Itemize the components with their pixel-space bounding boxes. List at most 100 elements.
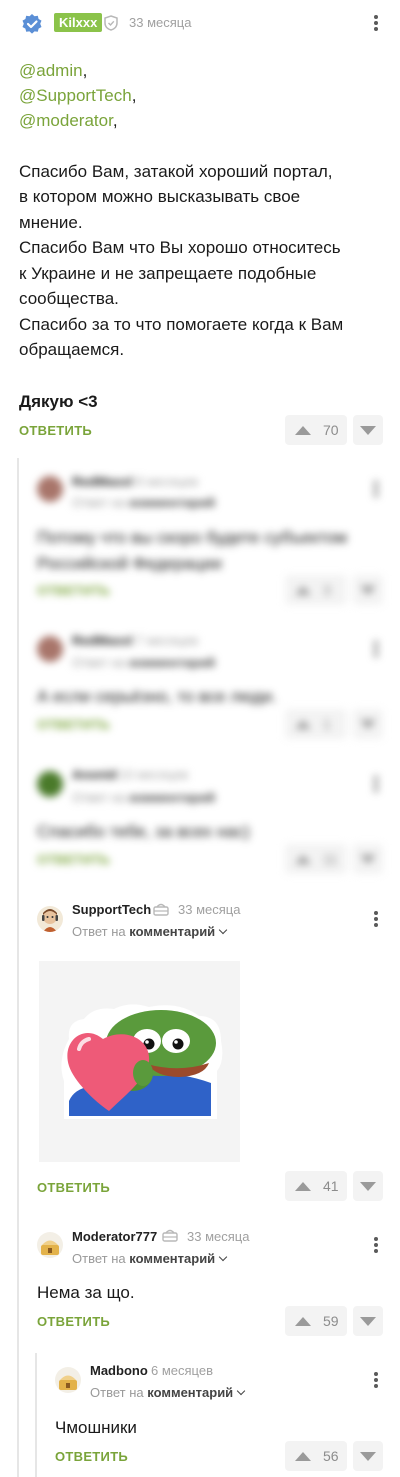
downvote-button[interactable] — [353, 1441, 383, 1471]
moderator-badge-icon — [153, 902, 169, 921]
reply-button[interactable]: ОТВЕТИТЬ — [55, 1449, 128, 1464]
upvote-button[interactable]: 41 — [285, 1171, 347, 1201]
vote-count: 1 — [323, 716, 331, 732]
downvote-button[interactable] — [353, 575, 383, 605]
comment-body-line: мнение. — [19, 213, 83, 232]
downvote-button[interactable] — [353, 844, 383, 874]
downvote-icon — [360, 1316, 376, 1326]
moderator-badge-icon — [162, 1228, 178, 1247]
upvote-button[interactable]: 1 — [285, 709, 347, 739]
vote-control: 11 — [285, 844, 383, 874]
chevron-down-icon — [236, 1386, 246, 1396]
chevron-down-icon — [218, 925, 228, 935]
upvote-icon — [295, 1316, 311, 1326]
author-name[interactable]: Madbono — [90, 1363, 148, 1378]
reply-to[interactable]: Ответ на комментарий — [72, 495, 215, 510]
vote-control: 41 — [285, 1171, 383, 1201]
upvote-button[interactable]: 70 — [285, 415, 347, 445]
downvote-icon — [360, 854, 376, 864]
author-name[interactable]: RedMaxxl — [72, 633, 133, 648]
sticker-image[interactable] — [39, 961, 240, 1162]
mention-supporttech[interactable]: @SupportTech, — [19, 83, 136, 109]
upvote-icon — [295, 719, 311, 729]
kebab-menu-icon[interactable] — [368, 774, 384, 794]
kebab-menu-icon[interactable] — [368, 1370, 384, 1390]
reply-to[interactable]: Ответ на комментарий — [90, 1385, 246, 1400]
reply-button[interactable]: ОТВЕТИТЬ — [37, 583, 110, 598]
kebab-menu-icon[interactable] — [368, 639, 384, 659]
downvote-button[interactable] — [353, 709, 383, 739]
kebab-menu-icon[interactable] — [368, 479, 384, 499]
comment-time: 33 месяца — [187, 1229, 250, 1244]
author-name[interactable]: Anonid — [72, 767, 117, 782]
comment-time: 6 месяцев — [151, 1363, 213, 1378]
reply-button[interactable]: ОТВЕТИТЬ — [37, 852, 110, 867]
downvote-icon — [360, 719, 376, 729]
avatar[interactable] — [37, 636, 63, 662]
reply-to[interactable]: Ответ на комментарий — [72, 790, 215, 805]
comment-body-line: к Украине и не запрещаете подобные — [19, 264, 317, 283]
comment-time: 8 месяцев — [136, 474, 198, 489]
comment-body-line: Спасибо Вам, затакой хороший портал, — [19, 162, 333, 181]
vote-count: 70 — [323, 422, 339, 438]
reply-to[interactable]: Ответ на комментарий — [72, 924, 228, 939]
avatar[interactable] — [55, 1367, 81, 1393]
reply-to[interactable]: Ответ на комментарий — [72, 655, 215, 670]
mention-admin[interactable]: @admin, — [19, 58, 87, 84]
downvote-icon — [360, 585, 376, 595]
downvote-icon — [360, 1181, 376, 1191]
thread-line — [35, 1353, 37, 1477]
mention-moderator[interactable]: @moderator, — [19, 108, 118, 134]
upvote-icon — [295, 854, 311, 864]
downvote-button[interactable] — [353, 1306, 383, 1336]
comment-body-line: в котором можно высказывать свое — [19, 187, 301, 206]
author-name[interactable]: RedMaxxl — [72, 474, 133, 489]
vote-control: 56 — [285, 1441, 383, 1471]
upvote-icon — [295, 425, 311, 435]
vote-control: 1 — [285, 709, 383, 739]
downvote-button[interactable] — [353, 415, 383, 445]
kebab-menu-icon[interactable] — [368, 909, 384, 929]
avatar[interactable] — [37, 906, 63, 932]
reply-button[interactable]: ОТВЕТИТЬ — [37, 1314, 110, 1329]
comment-body: Нема за що. — [37, 1283, 135, 1302]
comment-time: 7 месяцев — [136, 633, 198, 648]
reply-to[interactable]: Ответ на комментарий — [72, 1251, 228, 1266]
comment-body: А если серьёзно, то все люди. — [37, 687, 277, 706]
upvote-button[interactable]: 59 — [285, 1306, 347, 1336]
comment-body: Чмошники — [55, 1418, 137, 1437]
downvote-button[interactable] — [353, 1171, 383, 1201]
thread-line — [17, 458, 19, 1477]
vote-control: 3 — [285, 575, 383, 605]
verified-badge-icon[interactable] — [21, 13, 43, 35]
vote-control: 70 — [285, 415, 383, 445]
author-name[interactable]: Moderator777 — [72, 1229, 157, 1244]
shield-icon — [104, 15, 118, 36]
avatar[interactable] — [37, 1232, 63, 1258]
vote-count: 59 — [323, 1313, 339, 1329]
upvote-button[interactable]: 56 — [285, 1441, 347, 1471]
comment-signoff: Дякую <3 — [19, 392, 98, 411]
upvote-button[interactable]: 3 — [285, 575, 347, 605]
comment-body-line: Спасибо за то что помогаете когда к Вам — [19, 315, 344, 334]
vote-count: 3 — [323, 582, 331, 598]
comment-time: 10 месяцев — [119, 767, 189, 782]
author-badge[interactable]: Kilxxx — [54, 13, 103, 32]
author-name[interactable]: SupportTech — [72, 902, 151, 917]
upvote-button[interactable]: 11 — [285, 844, 347, 874]
kebab-menu-icon[interactable] — [368, 13, 384, 33]
avatar[interactable] — [37, 771, 63, 797]
reply-button[interactable]: ОТВЕТИТЬ — [19, 423, 92, 438]
comment-body-line: Спасибо Вам что Вы хорошо относитесь — [19, 238, 341, 257]
reply-button[interactable]: ОТВЕТИТЬ — [37, 717, 110, 732]
comment-body: Потому что вы скоро будете субъектом Рос… — [37, 528, 347, 573]
chevron-down-icon — [218, 1252, 228, 1262]
vote-count: 41 — [323, 1178, 339, 1194]
vote-count: 56 — [323, 1448, 339, 1464]
comment-time: 33 месяца — [129, 15, 192, 30]
downvote-icon — [360, 1451, 376, 1461]
reply-button[interactable]: ОТВЕТИТЬ — [37, 1180, 110, 1195]
comment-body-line: обращаемся. — [19, 340, 125, 359]
avatar[interactable] — [37, 476, 63, 502]
kebab-menu-icon[interactable] — [368, 1235, 384, 1255]
